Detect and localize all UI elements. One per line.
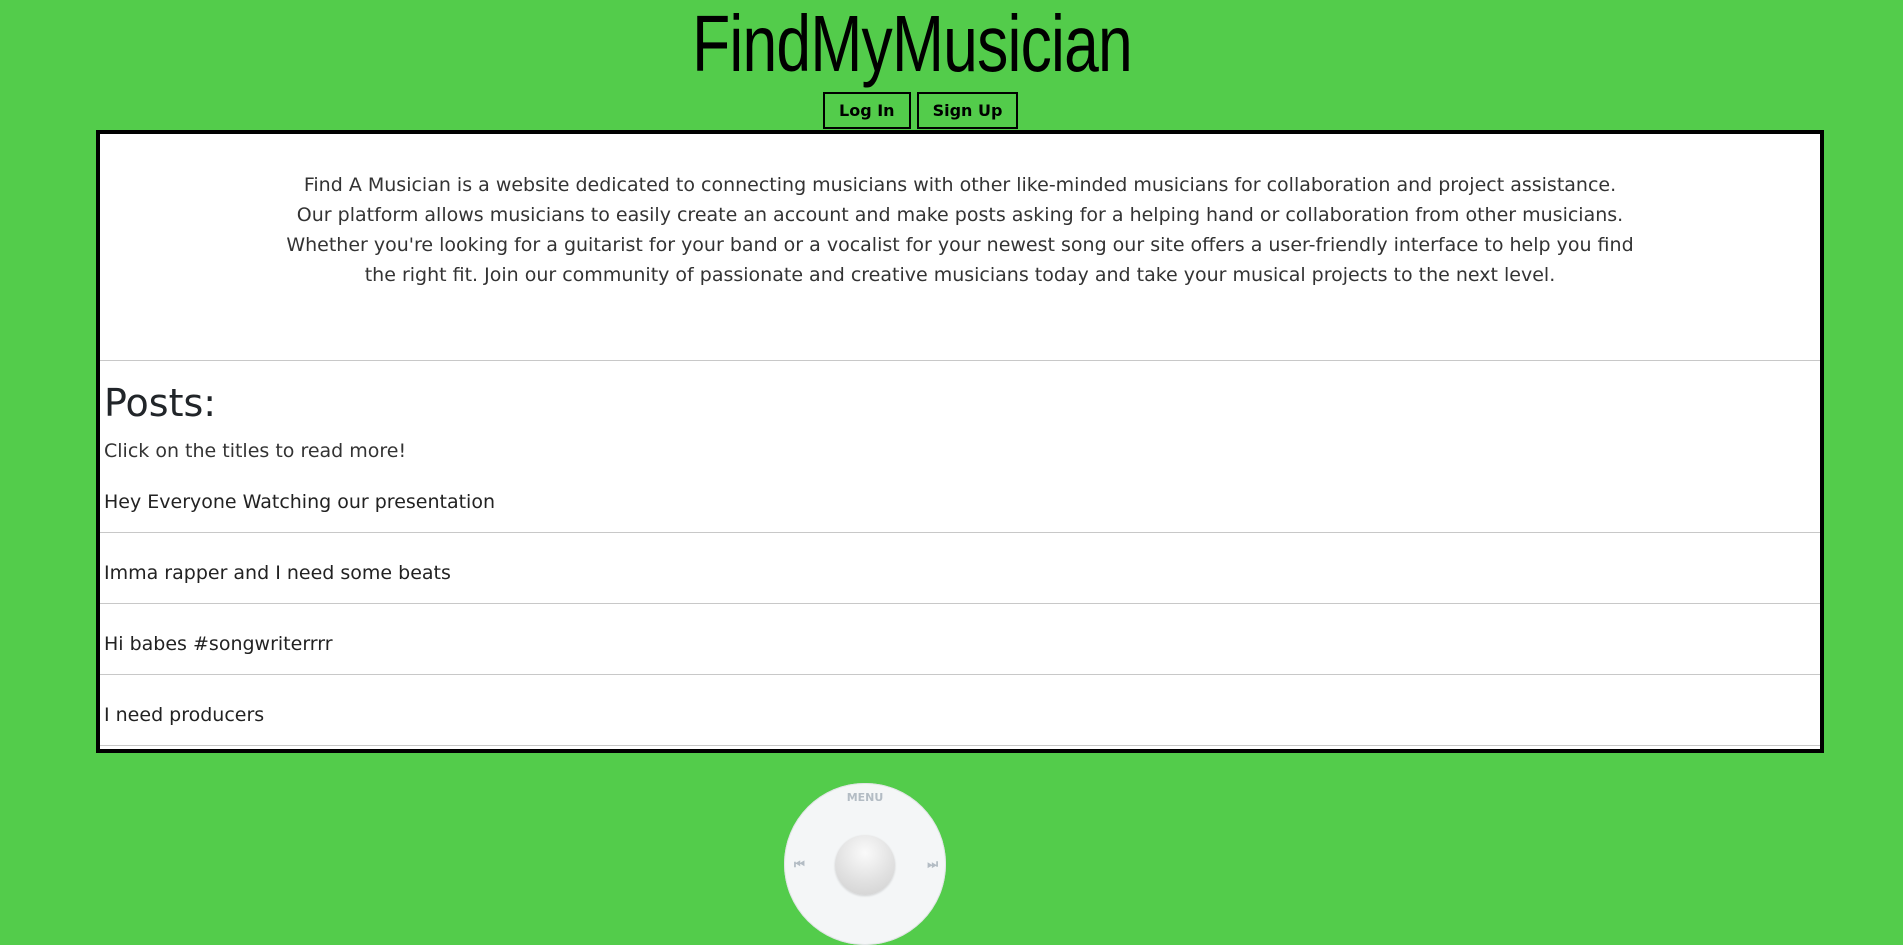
previous-track-icon[interactable]: ⏮	[794, 857, 805, 872]
post-title-link[interactable]: I need producers	[104, 702, 264, 728]
post-title-link[interactable]: Imma rapper and I need some beats	[104, 560, 451, 586]
posts-heading: Posts:	[104, 381, 217, 425]
post-title-link[interactable]: Hi babes #songwriterrrr	[104, 631, 333, 657]
posts-hint: Click on the titles to read more!	[104, 440, 407, 462]
next-track-icon[interactable]: ⏭	[927, 857, 938, 872]
main-content-panel: Find A Musician is a website dedicated t…	[96, 130, 1824, 753]
section-divider	[100, 360, 1820, 361]
post-divider	[100, 532, 1820, 533]
post-divider	[100, 603, 1820, 604]
post-divider	[100, 674, 1820, 675]
login-button[interactable]: Log In	[823, 92, 911, 129]
auth-buttons: Log In Sign Up	[823, 92, 1019, 129]
post-title-link[interactable]: Hey Everyone Watching our presentation	[104, 489, 495, 515]
click-wheel[interactable]: MENU ⏮ ⏭	[784, 783, 946, 945]
intro-line: Our platform allows musicians to easily …	[296, 204, 1624, 226]
post-divider	[100, 745, 1820, 746]
intro-line: Whether you're looking for a guitarist f…	[286, 234, 1634, 256]
signup-button[interactable]: Sign Up	[916, 92, 1019, 129]
site-title: FindMyMusician	[692, 0, 1133, 88]
intro-line: the right fit. Join our community of pas…	[364, 264, 1556, 286]
wheel-center-button[interactable]	[835, 835, 895, 895]
intro-text: Find A Musician is a website dedicated t…	[100, 170, 1820, 290]
intro-line: Find A Musician is a website dedicated t…	[303, 174, 1617, 196]
wheel-menu-label[interactable]: MENU	[784, 791, 946, 804]
